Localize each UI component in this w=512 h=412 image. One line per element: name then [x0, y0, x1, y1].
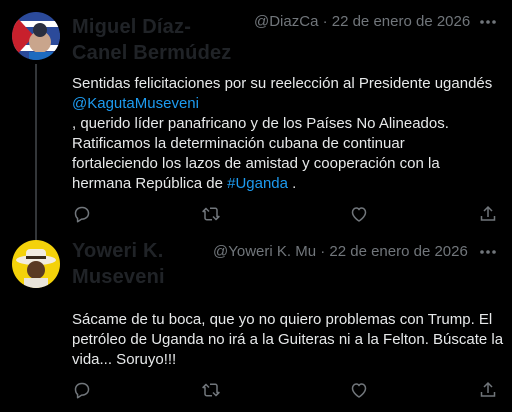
flag-avatar-icon — [12, 12, 60, 60]
tweet-text-line: Sácame de tu boca, que yo no quiero prob… — [72, 311, 493, 328]
tweet-text-line: petróleo de Uganda no irá a la Guiteras … — [72, 331, 504, 348]
more-icon[interactable] — [478, 242, 498, 262]
thread-line — [35, 64, 37, 242]
tweet-meta[interactable]: @Yoweri K. Mu · 22 de enero de 2026 — [213, 242, 468, 262]
retweet-icon[interactable] — [201, 380, 221, 400]
tweet-meta[interactable]: @DiazCa · 22 de enero de 2026 — [254, 12, 470, 32]
reply-icon[interactable] — [72, 204, 92, 224]
author-name[interactable]: Miguel Díaz-Canel Bermúdez — [72, 14, 244, 66]
tweet-text-segment: hermana República de — [72, 175, 228, 192]
reply-icon[interactable] — [72, 380, 92, 400]
tweet-actions — [72, 380, 502, 404]
hat-avatar-icon — [12, 240, 60, 288]
tweet-text: Sentidas felicitaciones por su reelecció… — [72, 74, 504, 194]
tweet-text-segment: . — [288, 175, 297, 192]
tweet-text-line: Ratificamos la determinación cubana de c… — [72, 135, 405, 152]
author-avatar[interactable] — [12, 12, 60, 60]
tweet-text-line: , querido líder panafricano y de los Paí… — [72, 115, 449, 132]
share-icon[interactable] — [478, 380, 498, 400]
retweet-icon[interactable] — [201, 204, 221, 224]
like-icon[interactable] — [349, 380, 369, 400]
more-icon[interactable] — [478, 12, 498, 32]
share-icon[interactable] — [478, 204, 498, 224]
tweet-text-line: vida... Soruyo!!! — [72, 351, 177, 368]
tweet-text-line: Sentidas felicitaciones por su reelecció… — [72, 75, 493, 92]
tweet-text-line: fortaleciendo los lazos de amistad y coo… — [72, 155, 440, 172]
tweet-text-line: hermana República de #Uganda . — [72, 174, 504, 194]
mention-link[interactable]: @KagutaMuseveni — [72, 94, 504, 114]
author-avatar[interactable] — [12, 240, 60, 288]
tweet-1: Miguel Díaz-Canel Bermúdez @DiazCa · 22 … — [0, 0, 512, 242]
like-icon[interactable] — [349, 204, 369, 224]
tweet-actions — [72, 204, 502, 228]
tweet-text: Sácame de tu boca, que yo no quiero prob… — [72, 310, 504, 370]
tweet-2: Yoweri K. Museveni @Yoweri K. Mu · 22 de… — [0, 236, 512, 412]
hashtag-link[interactable]: #Uganda — [227, 175, 288, 192]
